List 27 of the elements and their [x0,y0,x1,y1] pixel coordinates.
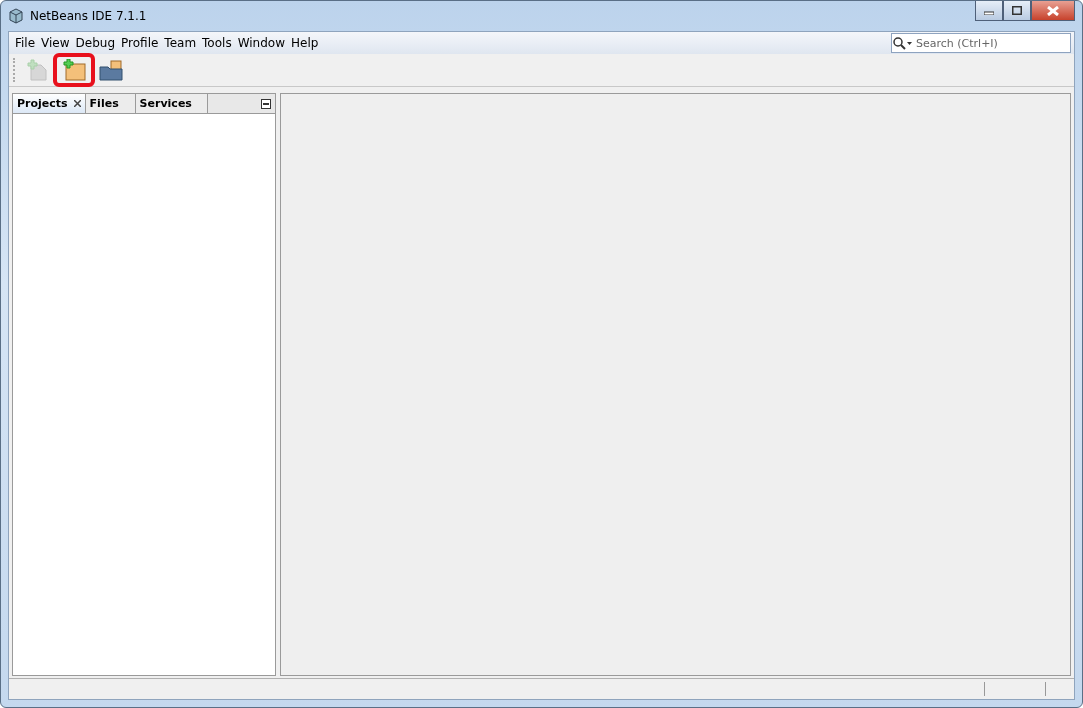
search-box[interactable]: Search (Ctrl+I) [891,33,1071,53]
panel-tab[interactable]: Files [85,94,136,113]
maximize-button[interactable] [1003,1,1031,21]
close-icon [1047,5,1059,16]
menu-item[interactable]: Help [287,36,322,50]
menu-item[interactable]: File [12,36,39,50]
minimize-button[interactable] [975,1,1003,21]
panel-tab[interactable]: Projects [13,94,86,113]
menu-item[interactable]: Team [161,36,200,50]
close-button[interactable] [1031,1,1075,21]
cube-icon [8,8,24,24]
window-title: NetBeans IDE 7.1.1 [30,9,147,23]
toolbar-button[interactable] [53,53,95,87]
menu-item[interactable]: View [38,36,73,50]
search-icon [892,36,914,50]
new-folder-icon [62,59,86,81]
toolbar-button[interactable] [98,57,124,83]
menu-item[interactable]: Debug [72,36,119,50]
minimize-icon[interactable] [261,98,271,109]
panel-tab[interactable]: Services [135,94,208,113]
new-file-icon [26,59,48,81]
folder-icon [99,59,123,81]
maximize-icon [1012,6,1022,15]
close-icon[interactable] [73,100,81,107]
menu-item[interactable]: Tools [199,36,235,50]
menu-item[interactable]: Window [234,36,288,50]
menu-item[interactable]: Profile [118,36,162,50]
